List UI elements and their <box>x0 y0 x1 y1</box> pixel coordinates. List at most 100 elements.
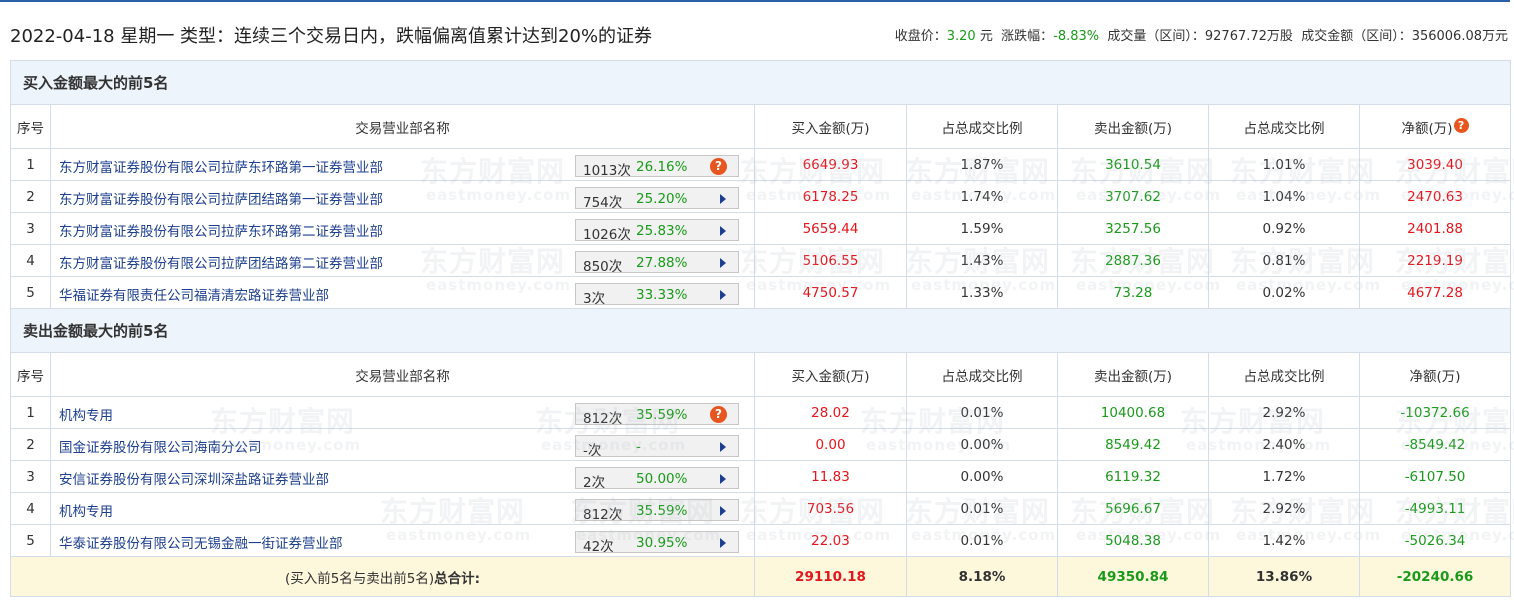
buy-ratio: 1.87% <box>906 148 1058 181</box>
table-row: 3 安信证券股份有限公司深圳深盐路证券营业部 2次 50.00% 11.83 0.00% 6… <box>10 460 1512 493</box>
column-header-row: 序号 交易营业部名称 买入金额(万) 占总成交比例 卖出金额(万) 占总成交比例 净额(万) <box>10 352 1512 397</box>
buy-amount: 11.83 <box>754 460 907 493</box>
broker-stats-pill[interactable]: 812次 35.59%? <box>575 403 739 427</box>
net-amount: -4993.11 <box>1358 492 1512 525</box>
broker-name-link[interactable]: 东方财富证券股份有限公司拉萨团结路第二证券营业部 <box>59 252 383 272</box>
broker-name-link[interactable]: 机构专用 <box>59 500 113 520</box>
win-rate: 35.59% <box>636 503 688 519</box>
broker-stats-pill[interactable]: 1026次 25.83% <box>575 219 739 243</box>
net-amount: -8549.42 <box>1358 428 1512 461</box>
col-header-sell-ratio: 占总成交比例 <box>1208 352 1360 397</box>
expand-arrow-icon[interactable] <box>720 506 726 516</box>
sell-ratio: 2.40% <box>1208 428 1360 461</box>
sell-amount: 3257.56 <box>1057 212 1209 245</box>
col-header-net: 净额(万)? <box>1358 104 1512 149</box>
broker-name-link[interactable]: 机构专用 <box>59 404 113 424</box>
buy-amount: 5659.44 <box>754 212 907 245</box>
broker-cell: 国金证券股份有限公司海南分公司 -次 - <box>50 428 755 461</box>
col-header-no: 序号 <box>10 352 51 397</box>
table-row: 4 机构专用 812次 35.59% 703.56 0.01% 5696.67 2.92% -4… <box>10 492 1512 525</box>
broker-stats-pill[interactable]: 850次 27.88% <box>575 251 739 275</box>
appear-count: 2次 <box>583 475 606 491</box>
expand-arrow-icon[interactable] <box>720 194 726 204</box>
broker-stats-pill[interactable]: 3次 33.33% <box>575 283 739 307</box>
close-price-label: 收盘价： <box>894 29 947 44</box>
expand-arrow-icon[interactable] <box>720 538 726 548</box>
buy-amount: 28.02 <box>754 396 907 429</box>
appear-count: 42次 <box>583 539 614 555</box>
table-row: 5 华福证券有限责任公司福清清宏路证券营业部 3次 33.33% 4750.57 1.33… <box>10 276 1512 309</box>
broker-stats-pill[interactable]: -次 - <box>575 435 739 459</box>
col-header-name: 交易营业部名称 <box>50 352 755 397</box>
win-rate: 50.00% <box>636 471 688 487</box>
section-title: 卖出金额最大的前5名 <box>9 308 1512 353</box>
broker-stats-pill[interactable]: 754次 25.20% <box>575 187 739 211</box>
win-rate: 33.33% <box>636 287 688 303</box>
sell-ratio: 1.01% <box>1208 148 1360 181</box>
dragon-tiger-table: 买入金额最大的前5名 序号 交易营业部名称 买入金额(万) 占总成交比例 卖出金额(万) 占… <box>9 60 1512 597</box>
expand-arrow-icon[interactable] <box>720 474 726 484</box>
buy-ratio: 0.01% <box>906 524 1058 557</box>
broker-name-link[interactable]: 安信证券股份有限公司深圳深盐路证券营业部 <box>59 468 329 488</box>
broker-stats-pill[interactable]: 812次 35.59% <box>575 499 739 523</box>
broker-stats-pill[interactable]: 42次 30.95% <box>575 531 739 555</box>
sell-amount: 6119.32 <box>1057 460 1209 493</box>
appear-count: 850次 <box>583 259 623 275</box>
broker-cell: 华福证券有限责任公司福清清宏路证券营业部 3次 33.33% <box>50 276 755 309</box>
buy-ratio: 0.01% <box>906 396 1058 429</box>
broker-cell: 东方财富证券股份有限公司拉萨东环路第二证券营业部 1026次 25.83% <box>50 212 755 245</box>
sell-amount: 5696.67 <box>1057 492 1209 525</box>
sell-amount: 2887.36 <box>1057 244 1209 277</box>
appear-count: -次 <box>583 443 602 459</box>
buy-amount: 22.03 <box>754 524 907 557</box>
appear-count: 812次 <box>583 411 623 427</box>
broker-name-link[interactable]: 华福证券有限责任公司福清清宏路证券营业部 <box>59 284 329 304</box>
broker-name-link[interactable]: 东方财富证券股份有限公司拉萨团结路第一证券营业部 <box>59 188 383 208</box>
sell-amount: 73.28 <box>1057 276 1209 309</box>
broker-name-link[interactable]: 东方财富证券股份有限公司拉萨东环路第一证券营业部 <box>59 156 383 176</box>
col-header-sell: 卖出金额(万) <box>1057 104 1209 149</box>
total-net: -20240.66 <box>1358 556 1512 597</box>
row-number: 3 <box>10 460 51 493</box>
broker-name-link[interactable]: 国金证券股份有限公司海南分公司 <box>59 436 262 456</box>
col-header-sell-ratio: 占总成交比例 <box>1208 104 1360 149</box>
row-number: 1 <box>10 396 51 429</box>
total-sell: 49350.84 <box>1057 556 1209 597</box>
expand-arrow-icon[interactable] <box>720 258 726 268</box>
win-rate: 30.95% <box>636 535 688 551</box>
buy-amount: 0.00 <box>754 428 907 461</box>
col-header-net: 净额(万) <box>1358 352 1512 397</box>
broker-stats-pill[interactable]: 1013次 26.16%? <box>575 155 739 179</box>
sell-ratio: 0.02% <box>1208 276 1360 309</box>
buy-ratio: 0.01% <box>906 492 1058 525</box>
total-label: (买入前5名与卖出前5名)总合计: <box>10 556 755 597</box>
volume-text: 成交量（区间）：92767.72万股 <box>1107 29 1293 44</box>
col-header-buy: 买入金额(万) <box>754 104 907 149</box>
broker-name-link[interactable]: 华泰证券股份有限公司无锡金融一街证券营业部 <box>59 532 343 552</box>
broker-cell: 东方财富证券股份有限公司拉萨团结路第一证券营业部 754次 25.20% <box>50 180 755 213</box>
help-icon[interactable]: ? <box>1453 117 1469 133</box>
expand-arrow-icon[interactable] <box>720 226 726 236</box>
broker-stats-pill[interactable]: 2次 50.00% <box>575 467 739 491</box>
page-title: 2022-04-18 星期一 类型：连续三个交易日内，跌幅偏离值累计达到20%的… <box>10 26 653 47</box>
table-row: 2 国金证券股份有限公司海南分公司 -次 - 0.00 0.00% 8549.42 2.40%… <box>10 428 1512 461</box>
broker-cell: 安信证券股份有限公司深圳深盐路证券营业部 2次 50.00% <box>50 460 755 493</box>
sell-amount: 8549.42 <box>1057 428 1209 461</box>
help-icon[interactable]: ? <box>710 406 727 423</box>
sell-amount: 3707.62 <box>1057 180 1209 213</box>
win-rate: 35.59% <box>636 407 688 423</box>
broker-cell: 机构专用 812次 35.59%? <box>50 396 755 429</box>
expand-arrow-icon[interactable] <box>720 290 726 300</box>
col-header-buy-ratio: 占总成交比例 <box>906 104 1058 149</box>
buy-ratio: 1.43% <box>906 244 1058 277</box>
broker-name-link[interactable]: 东方财富证券股份有限公司拉萨东环路第二证券营业部 <box>59 220 383 240</box>
expand-arrow-icon[interactable] <box>720 442 726 452</box>
column-header-row: 序号 交易营业部名称 买入金额(万) 占总成交比例 卖出金额(万) 占总成交比例 净额(万)… <box>10 104 1512 149</box>
win-rate: 26.16% <box>636 159 688 175</box>
help-icon[interactable]: ? <box>710 158 727 175</box>
row-number: 5 <box>10 524 51 557</box>
section-title-row: 卖出金额最大的前5名 <box>9 308 1512 353</box>
close-price-unit: 元 <box>975 29 993 44</box>
col-header-buy-ratio: 占总成交比例 <box>906 352 1058 397</box>
sell-ratio: 1.72% <box>1208 460 1360 493</box>
